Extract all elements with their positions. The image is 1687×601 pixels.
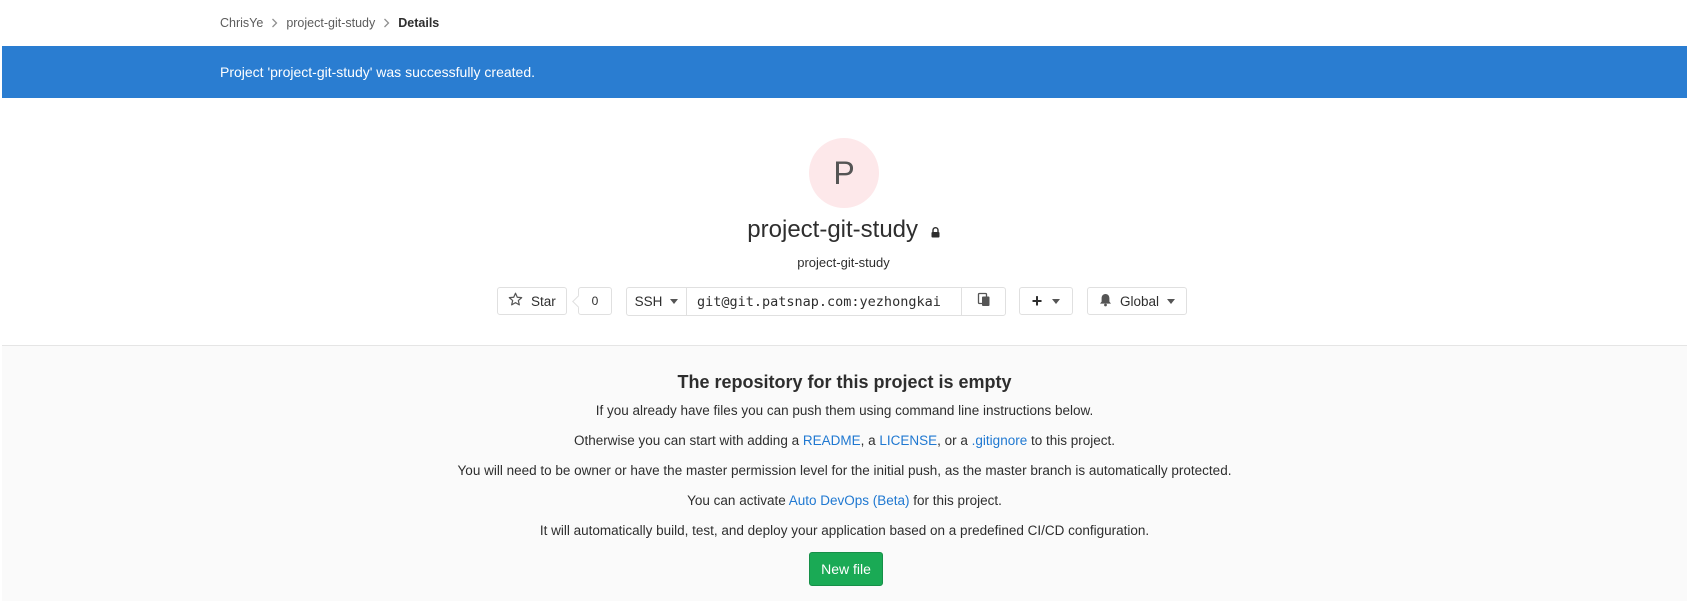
chevron-down-icon [1167, 298, 1176, 304]
auto-devops-link[interactable]: Auto DevOps (Beta) [789, 493, 910, 508]
flash-message: Project 'project-git-study' was successf… [220, 64, 536, 80]
line-4-suffix: for this project. [909, 493, 1002, 508]
star-button[interactable]: Star [497, 287, 567, 315]
project-avatar: P [809, 138, 879, 208]
plus-icon: + [1031, 291, 1043, 311]
chevron-right-icon [271, 18, 278, 28]
chevron-down-icon [670, 299, 679, 304]
empty-repo-line-2: Otherwise you can start with adding a RE… [2, 433, 1687, 448]
empty-repo-panel: The repository for this project is empty… [2, 345, 1687, 601]
line-2-suffix: to this project. [1027, 433, 1116, 448]
clipboard-icon [977, 292, 991, 312]
star-label: Star [531, 293, 556, 309]
empty-repo-line-5: It will automatically build, test, and d… [539, 523, 1150, 538]
copy-url-button[interactable] [961, 288, 1005, 315]
project-title: project-git-study [0, 216, 1687, 245]
readme-link[interactable]: README [803, 433, 861, 448]
star-count[interactable]: 0 [578, 287, 612, 315]
notification-label: Global [1120, 293, 1160, 309]
breadcrumb-current[interactable]: Details [398, 16, 439, 30]
breadcrumb-item-user[interactable]: ChrisYe [220, 16, 263, 30]
line-2-prefix: Otherwise you can start with adding a [573, 433, 803, 448]
line-2-sep-1: , a [860, 433, 880, 448]
clone-url-input[interactable]: git@git.patsnap.com:yezhongkai [687, 288, 961, 315]
new-file-button[interactable]: New file [809, 552, 883, 586]
line-2-sep-2: , or a [937, 433, 972, 448]
new-item-dropdown[interactable]: + [1019, 287, 1073, 315]
project-name: project-git-study [747, 216, 919, 243]
line-4-prefix: You can activate [687, 493, 789, 508]
notification-dropdown[interactable]: Global [1087, 287, 1187, 315]
lock-icon [931, 217, 940, 245]
breadcrumb: ChrisYe project-git-study Details [220, 14, 439, 32]
clone-url-group: SSH git@git.patsnap.com:yezhongkai [626, 287, 1006, 316]
license-link[interactable]: LICENSE [879, 433, 937, 448]
chevron-right-icon [383, 18, 390, 28]
star-icon [508, 292, 531, 310]
chevron-down-icon [1052, 298, 1061, 304]
clone-protocol-label: SSH [634, 294, 663, 309]
flash-notice: Project 'project-git-study' was successf… [2, 46, 1687, 98]
project-description: project-git-study [797, 255, 890, 270]
empty-repo-line-1: If you already have files you can push t… [595, 403, 1094, 418]
empty-repo-line-3: You will need to be owner or have the ma… [457, 463, 1232, 478]
empty-repo-line-4: You can activate Auto DevOps (Beta) for … [2, 493, 1687, 508]
clone-protocol-dropdown[interactable]: SSH [627, 288, 687, 315]
breadcrumb-item-project[interactable]: project-git-study [286, 16, 375, 30]
empty-repo-title: The repository for this project is empty [677, 372, 1012, 392]
bell-icon [1099, 293, 1112, 310]
gitignore-link[interactable]: .gitignore [972, 433, 1028, 448]
